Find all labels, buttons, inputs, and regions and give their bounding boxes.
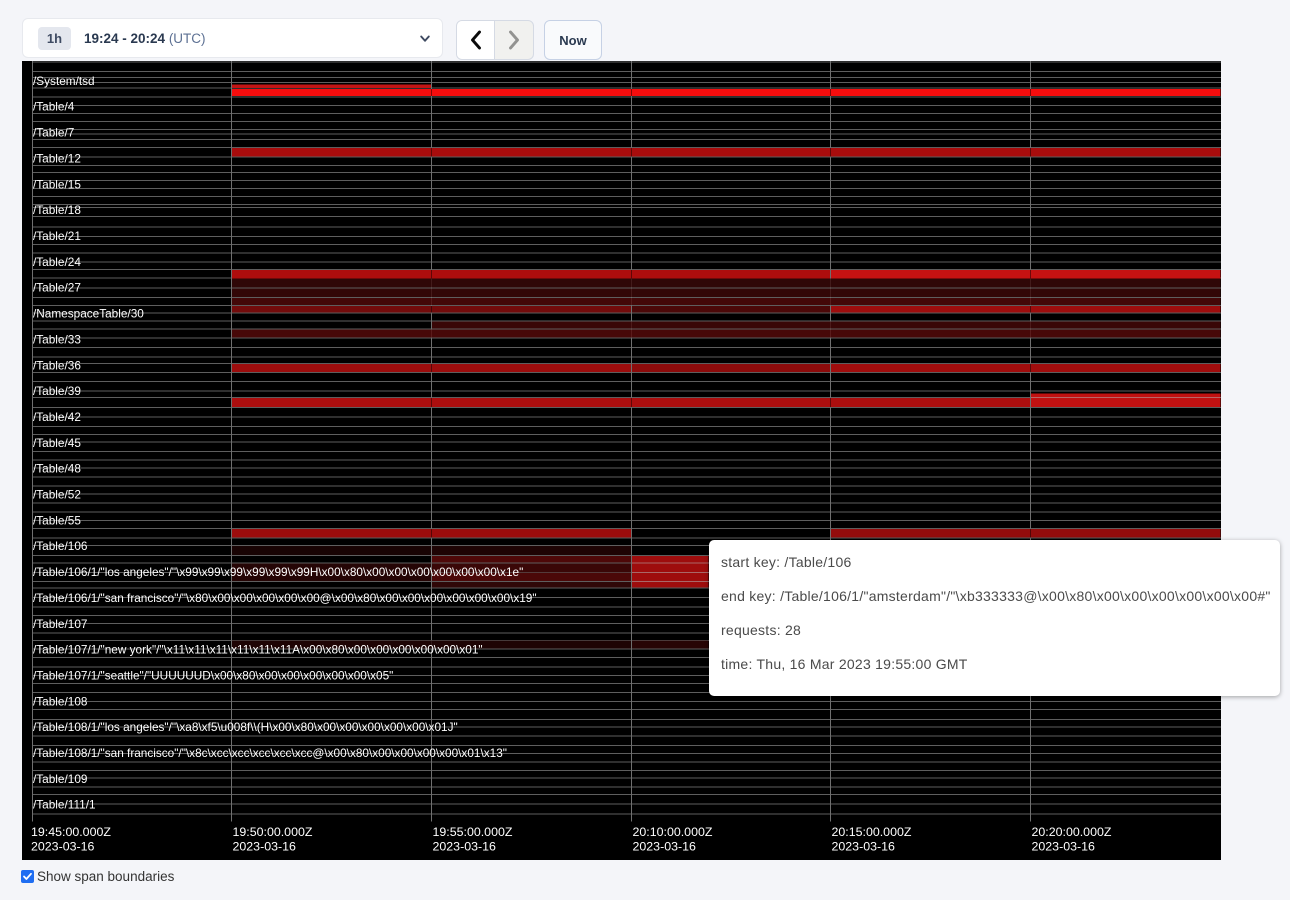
svg-text:/Table/108/1/"los angeles"/"\x: /Table/108/1/"los angeles"/"\xa8\xf5\u00… <box>33 720 458 734</box>
svg-text:/Table/55: /Table/55 <box>33 513 81 527</box>
svg-text:19:45:00.000Z: 19:45:00.000Z <box>31 825 111 839</box>
svg-text:/Table/108: /Table/108 <box>33 694 88 708</box>
svg-text:/Table/15: /Table/15 <box>33 177 81 191</box>
svg-text:/Table/27: /Table/27 <box>33 281 81 295</box>
svg-text:/Table/106/1/"san francisco"/": /Table/106/1/"san francisco"/"\x80\x00\x… <box>33 591 537 605</box>
svg-text:/Table/106: /Table/106 <box>33 539 88 553</box>
svg-text:/NamespaceTable/30: /NamespaceTable/30 <box>33 307 144 321</box>
svg-text:2023-03-16: 2023-03-16 <box>31 840 94 854</box>
svg-text:/Table/108/1/"san francisco"/": /Table/108/1/"san francisco"/"\x8c\xcc\x… <box>33 746 507 760</box>
svg-text:/Table/7: /Table/7 <box>33 126 74 140</box>
svg-text:/Table/107/1/"new york"/"\x11\: /Table/107/1/"new york"/"\x11\x11\x11\x1… <box>33 643 483 657</box>
svg-text:2023-03-16: 2023-03-16 <box>233 840 296 854</box>
svg-text:/Table/107: /Table/107 <box>33 617 87 631</box>
svg-text:/Table/52: /Table/52 <box>33 488 81 502</box>
svg-text:20:15:00.000Z: 20:15:00.000Z <box>832 825 912 839</box>
svg-text:20:20:00.000Z: 20:20:00.000Z <box>1032 825 1112 839</box>
svg-text:/Table/24: /Table/24 <box>33 255 81 269</box>
svg-text:2023-03-16: 2023-03-16 <box>433 840 496 854</box>
svg-text:/Table/21: /Table/21 <box>33 229 81 243</box>
svg-text:2023-03-16: 2023-03-16 <box>633 840 696 854</box>
svg-text:/Table/106/1/"los angeles"/"\x: /Table/106/1/"los angeles"/"\x99\x99\x99… <box>33 565 523 579</box>
svg-text:/Table/39: /Table/39 <box>33 384 81 398</box>
svg-text:2023-03-16: 2023-03-16 <box>832 840 895 854</box>
svg-text:/Table/111/1: /Table/111/1 <box>33 798 96 812</box>
svg-text:2023-03-16: 2023-03-16 <box>1032 840 1095 854</box>
svg-text:/Table/107/1/"seattle"/"UUUUUU: /Table/107/1/"seattle"/"UUUUUUD\x00\x80\… <box>33 669 393 683</box>
svg-text:19:50:00.000Z: 19:50:00.000Z <box>233 825 313 839</box>
svg-text:/Table/33: /Table/33 <box>33 332 81 346</box>
svg-text:20:10:00.000Z: 20:10:00.000Z <box>633 825 713 839</box>
svg-text:/Table/4: /Table/4 <box>33 100 75 114</box>
svg-text:/System/tsd: /System/tsd <box>33 74 95 88</box>
svg-text:/Table/42: /Table/42 <box>33 410 81 424</box>
svg-text:/Table/45: /Table/45 <box>33 436 81 450</box>
svg-text:/Table/36: /Table/36 <box>33 358 81 372</box>
svg-text:/Table/48: /Table/48 <box>33 462 81 476</box>
svg-text:19:55:00.000Z: 19:55:00.000Z <box>433 825 513 839</box>
svg-text:/Table/18: /Table/18 <box>33 203 81 217</box>
svg-text:/Table/12: /Table/12 <box>33 151 81 165</box>
svg-text:/Table/109: /Table/109 <box>33 772 87 786</box>
